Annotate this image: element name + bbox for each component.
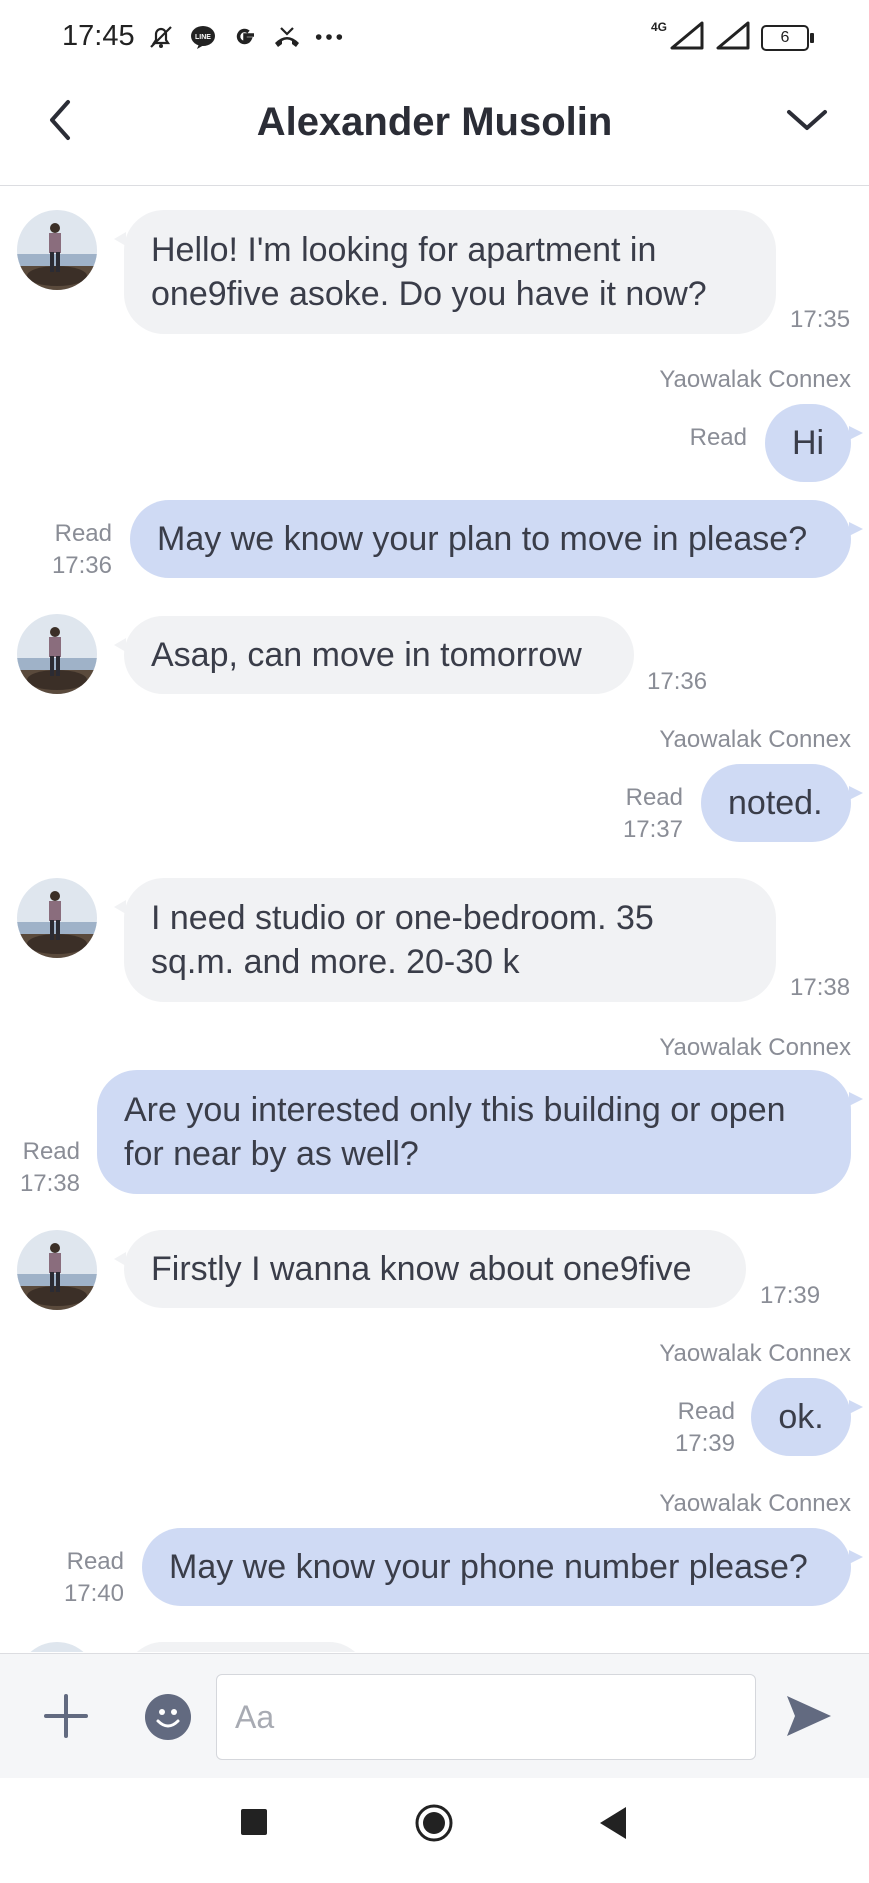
- read-status: Read: [66, 1548, 124, 1575]
- google-icon: [230, 22, 260, 52]
- message-time: 17:36: [51, 552, 112, 579]
- message-meta: Read 17:37: [623, 782, 683, 846]
- chevron-down-icon: [787, 110, 827, 130]
- incoming-message[interactable]: Asap, can move in tomorrow: [114, 616, 634, 694]
- message-text: Hello! I'm looking for apartment in: [151, 231, 657, 269]
- message-time: 17:40: [63, 1580, 124, 1607]
- battery-level: 6: [780, 28, 790, 46]
- person-photo-icon: [17, 1642, 97, 1652]
- battery-icon: 6: [761, 24, 814, 51]
- page-title: Alexander Musolin: [256, 100, 613, 144]
- read-status: Read: [689, 424, 747, 451]
- message-input[interactable]: [216, 1674, 756, 1760]
- sender-name: Yaowalak Connex: [659, 1490, 851, 1517]
- bell-off-icon: [146, 22, 176, 52]
- more-dots-icon: [314, 22, 344, 52]
- avatar[interactable]: [17, 878, 97, 958]
- outgoing-message[interactable]: May we know your phone number please?: [142, 1528, 863, 1606]
- incoming-message[interactable]: Hello! I'm looking for apartment in one9…: [114, 210, 776, 334]
- send-button[interactable]: [783, 1692, 835, 1740]
- emoji-button[interactable]: [145, 1694, 191, 1740]
- message-meta: Read 17:38: [14, 1136, 80, 1200]
- person-photo-icon: [17, 1230, 97, 1310]
- system-back-button[interactable]: [596, 1805, 630, 1841]
- avatar[interactable]: [17, 1230, 97, 1310]
- system-nav-bar: [0, 1778, 869, 1883]
- home-button[interactable]: [414, 1803, 454, 1843]
- avatar[interactable]: [17, 614, 97, 694]
- recent-apps-button[interactable]: [241, 1809, 267, 1835]
- outgoing-message[interactable]: ok.: [751, 1378, 863, 1456]
- sender-name: Yaowalak Connex: [659, 726, 851, 753]
- message-text: sq.m. and more. 20-30 k: [151, 943, 520, 981]
- message-list[interactable]: Hello! I'm looking for apartment in one9…: [0, 186, 869, 1652]
- message-time: 17:35: [790, 306, 851, 333]
- message-text: Asap, can move in tomorrow: [151, 636, 582, 674]
- menu-toggle-button[interactable]: [779, 96, 835, 144]
- message-text: Hi: [791, 424, 825, 462]
- message-meta: Read 17:36: [20, 518, 112, 582]
- network-type: 4G: [650, 20, 667, 34]
- add-attachment-button[interactable]: [40, 1690, 92, 1742]
- status-bar: 17:45 LINE 4G 6: [0, 0, 869, 78]
- message-time: 17:39: [760, 1282, 821, 1309]
- read-status: Read: [677, 1398, 735, 1425]
- incoming-message[interactable]: Firstly I wanna know about one9five: [114, 1230, 746, 1308]
- message-time: 17:37: [622, 816, 683, 843]
- message-meta: Read 17:40: [40, 1546, 124, 1610]
- plus-icon: [44, 1694, 88, 1738]
- outgoing-message[interactable]: Are you interested only this building or…: [97, 1070, 863, 1194]
- message-time: 17:38: [790, 974, 851, 1001]
- message-text: May we know your phone number please?: [169, 1548, 808, 1586]
- sender-name: Yaowalak Connex: [659, 366, 851, 393]
- chat-header: Alexander Musolin: [0, 78, 869, 186]
- home-circle-icon: [415, 1804, 453, 1842]
- outgoing-message[interactable]: Hi: [765, 404, 863, 482]
- incoming-message[interactable]: I need studio or one-bedroom. 35 sq.m. a…: [114, 878, 776, 1002]
- message-time: 17:38: [19, 1170, 80, 1197]
- line-app-icon: LINE: [188, 22, 218, 52]
- read-status: Read: [625, 784, 683, 811]
- message-text: one9five asoke. Do you have it now?: [151, 275, 707, 313]
- message-text: for near by as well?: [124, 1135, 419, 1173]
- status-time: 17:45: [62, 20, 135, 52]
- outgoing-message[interactable]: noted.: [701, 764, 863, 842]
- send-icon: [787, 1696, 831, 1736]
- sender-name: Yaowalak Connex: [659, 1340, 851, 1367]
- message-text: ok.: [778, 1398, 824, 1436]
- read-status: Read: [22, 1138, 80, 1165]
- sender-name: Yaowalak Connex: [659, 1034, 851, 1061]
- message-text: Firstly I wanna know about one9five: [151, 1250, 692, 1288]
- message-text: Are you interested only this building or…: [124, 1091, 786, 1129]
- smiley-icon: [156, 1709, 180, 1728]
- message-text: I need studio or one-bedroom. 35: [151, 899, 654, 937]
- incoming-message[interactable]: [124, 1642, 368, 1652]
- person-photo-icon: [17, 878, 97, 958]
- read-status: Read: [54, 520, 112, 547]
- message-text: May we know your plan to move in please?: [157, 520, 808, 558]
- message-text: noted.: [728, 784, 823, 822]
- person-photo-icon: [17, 210, 97, 290]
- avatar[interactable]: [17, 210, 97, 290]
- composer-bar: [0, 1653, 869, 1778]
- outgoing-message[interactable]: May we know your plan to move in please?: [130, 500, 863, 578]
- avatar[interactable]: [17, 1642, 97, 1652]
- svg-text:LINE: LINE: [195, 34, 211, 41]
- message-meta: Read 17:39: [675, 1396, 735, 1460]
- signal-icon: [715, 20, 751, 55]
- message-time: 17:36: [647, 668, 708, 695]
- missed-call-icon: [272, 22, 302, 52]
- message-time: 17:39: [674, 1430, 735, 1457]
- triangle-back-icon: [600, 1807, 626, 1839]
- notification-icons: LINE: [146, 22, 344, 52]
- signal-icon: [669, 20, 705, 55]
- person-photo-icon: [17, 614, 97, 694]
- system-indicators: 4G 6: [650, 20, 814, 55]
